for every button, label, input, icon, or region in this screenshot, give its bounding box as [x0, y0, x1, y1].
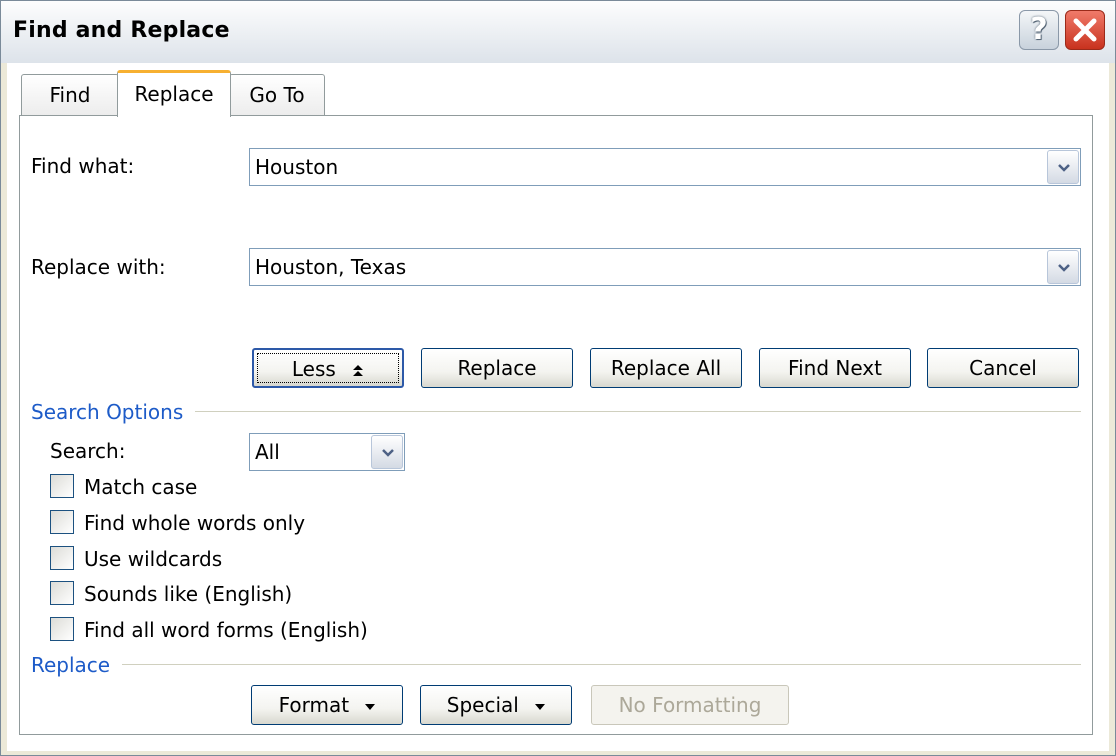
whole-words-checkbox[interactable] [50, 510, 74, 534]
replace-with-label: Replace with: [31, 255, 166, 279]
no-formatting-button[interactable]: No Formatting [591, 685, 789, 725]
search-options-header: Search Options [31, 400, 196, 424]
close-button[interactable] [1065, 10, 1105, 50]
format-button-label: Format [278, 693, 350, 717]
dialog-body: Find Replace Go To Find what: Houston Re… [7, 63, 1109, 751]
search-direction-dropdown-button[interactable] [371, 435, 403, 469]
replace-button-label: Replace [457, 356, 537, 380]
cancel-button-label: Cancel [969, 356, 1037, 380]
tab-find[interactable]: Find [21, 74, 119, 116]
search-direction-value: All [255, 440, 280, 464]
replace-with-dropdown-button[interactable] [1047, 250, 1079, 284]
replace-divider [31, 664, 1081, 665]
find-what-input[interactable]: Houston [255, 149, 338, 185]
caret-down-icon [365, 703, 376, 710]
replace-tab-panel: Find what: Houston Replace with: Houston… [19, 115, 1093, 735]
caret-down-icon [535, 703, 546, 710]
less-button[interactable]: Less [252, 348, 404, 388]
search-direction-select[interactable]: All [249, 433, 405, 471]
replace-with-combobox[interactable]: Houston, Texas [249, 248, 1081, 286]
special-button[interactable]: Special [420, 685, 572, 725]
format-button[interactable]: Format [251, 685, 403, 725]
word-forms-label[interactable]: Find all word forms (English) [84, 618, 368, 642]
tab-label: Replace [134, 82, 214, 106]
tab-replace[interactable]: Replace [117, 70, 231, 117]
special-button-label: Special [446, 693, 519, 717]
search-direction-label: Search: [50, 439, 126, 463]
question-mark-icon: ? [1030, 12, 1048, 47]
use-wildcards-label[interactable]: Use wildcards [84, 547, 222, 571]
find-what-label: Find what: [31, 154, 135, 178]
replace-button[interactable]: Replace [421, 348, 573, 388]
whole-words-label[interactable]: Find whole words only [84, 511, 305, 535]
word-forms-checkbox[interactable] [50, 617, 74, 641]
find-next-button[interactable]: Find Next [759, 348, 911, 388]
close-icon [1073, 18, 1097, 42]
match-case-label[interactable]: Match case [84, 475, 197, 499]
title-bar[interactable]: Find and Replace ? [1, 1, 1115, 63]
use-wildcards-checkbox[interactable] [50, 546, 74, 570]
tab-label: Find [49, 83, 91, 107]
tab-goto[interactable]: Go To [229, 74, 325, 116]
no-formatting-button-label: No Formatting [618, 693, 762, 717]
replace-all-button[interactable]: Replace All [590, 348, 742, 388]
dialog-title: Find and Replace [13, 18, 230, 43]
find-what-combobox[interactable]: Houston [249, 148, 1081, 186]
find-replace-dialog: Find and Replace ? Find Replace Go To Fi… [0, 0, 1116, 756]
find-what-dropdown-button[interactable] [1047, 150, 1079, 184]
tab-label: Go To [249, 83, 305, 107]
chevron-down-icon [1058, 264, 1070, 272]
help-button[interactable]: ? [1019, 10, 1059, 50]
sounds-like-checkbox[interactable] [50, 581, 74, 605]
replace-with-input[interactable]: Houston, Texas [255, 249, 406, 285]
chevron-down-icon [1058, 164, 1070, 172]
replace-all-button-label: Replace All [610, 356, 722, 380]
cancel-button[interactable]: Cancel [927, 348, 1079, 388]
chevron-down-icon [382, 449, 394, 457]
replace-section-header: Replace [31, 653, 123, 677]
match-case-checkbox[interactable] [50, 474, 74, 498]
sounds-like-label[interactable]: Sounds like (English) [84, 582, 292, 606]
find-next-button-label: Find Next [788, 356, 882, 380]
